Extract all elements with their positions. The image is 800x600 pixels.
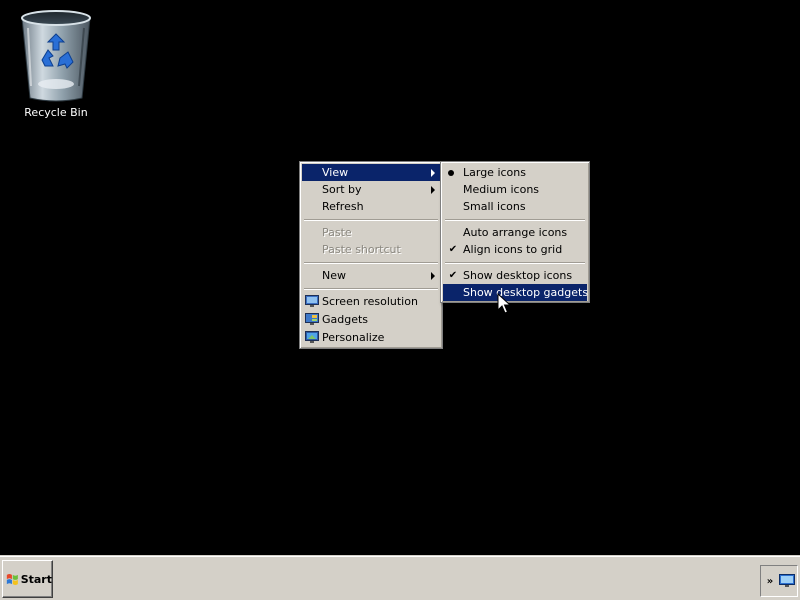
menu-item-medium-icons[interactable]: Medium icons (443, 181, 587, 198)
menu-item-label: Small icons (463, 200, 526, 213)
menu-item-label: Paste (322, 226, 352, 239)
personalize-icon (305, 331, 319, 343)
menu-item-label: Sort by (322, 183, 362, 196)
menu-item-show-desktop-icons[interactable]: ✔ Show desktop icons (443, 267, 587, 284)
submenu-arrow-icon (431, 272, 435, 280)
menu-item-label: New (322, 269, 346, 282)
windows-logo-icon (6, 573, 18, 585)
menu-item-label: Auto arrange icons (463, 226, 568, 239)
start-button[interactable]: Start (2, 560, 53, 598)
screen-resolution-icon (305, 295, 319, 307)
checkmark-icon: ✔ (448, 270, 458, 281)
desktop-icon-label: Recycle Bin (24, 106, 88, 119)
menu-item-label: Personalize (322, 331, 385, 344)
desktop-context-menu: View Sort by Refresh Paste Paste shortcu… (299, 161, 443, 349)
submenu-arrow-icon (431, 186, 435, 194)
menu-item-view[interactable]: View (302, 164, 440, 181)
taskbar: Start » (0, 556, 800, 600)
menu-item-paste-shortcut[interactable]: Paste shortcut (302, 241, 440, 258)
menu-item-label: Show desktop gadgets (463, 286, 589, 299)
menu-item-align-icons-to-grid[interactable]: ✔ Align icons to grid (443, 241, 587, 258)
menu-item-screen-resolution[interactable]: Screen resolution (302, 293, 440, 311)
menu-separator (302, 284, 440, 293)
recycle-bin-icon (21, 10, 91, 102)
menu-item-label: Screen resolution (322, 295, 418, 308)
menu-item-sort-by[interactable]: Sort by (302, 181, 440, 198)
submenu-arrow-icon (431, 169, 435, 177)
menu-item-label: Show desktop icons (463, 269, 573, 282)
menu-item-gadgets[interactable]: Gadgets (302, 311, 440, 329)
show-hidden-icons-button[interactable]: » (765, 576, 775, 587)
menu-item-label: Align icons to grid (463, 243, 563, 256)
menu-item-label: Paste shortcut (322, 243, 401, 256)
menu-item-label: Gadgets (322, 313, 369, 326)
menu-separator (302, 215, 440, 224)
menu-item-large-icons[interactable]: Large icons (443, 164, 587, 181)
system-tray: » (760, 565, 798, 597)
menu-separator (443, 258, 587, 267)
menu-item-label: Medium icons (463, 183, 540, 196)
menu-separator (302, 258, 440, 267)
menu-item-small-icons[interactable]: Small icons (443, 198, 587, 215)
menu-item-refresh[interactable]: Refresh (302, 198, 440, 215)
view-submenu: Large icons Medium icons Small icons Aut… (440, 161, 590, 303)
menu-item-label: Large icons (463, 166, 526, 179)
network-monitor-icon[interactable] (779, 574, 795, 588)
menu-item-new[interactable]: New (302, 267, 440, 284)
checkmark-icon: ✔ (448, 244, 458, 255)
menu-item-paste[interactable]: Paste (302, 224, 440, 241)
menu-item-personalize[interactable]: Personalize (302, 329, 440, 347)
radio-selected-icon (448, 170, 454, 176)
menu-item-show-desktop-gadgets[interactable]: Show desktop gadgets (443, 284, 589, 301)
menu-separator (443, 215, 587, 224)
mouse-cursor-icon (497, 293, 511, 314)
gadgets-icon (305, 313, 319, 325)
start-button-label: Start (20, 572, 52, 586)
menu-item-label: View (322, 166, 349, 179)
menu-item-auto-arrange-icons[interactable]: Auto arrange icons (443, 224, 587, 241)
desktop[interactable]: Recycle Bin View Sort by Refresh Paste P… (0, 0, 800, 600)
menu-item-label: Refresh (322, 200, 364, 213)
desktop-icon-recycle-bin[interactable]: Recycle Bin (18, 6, 94, 119)
